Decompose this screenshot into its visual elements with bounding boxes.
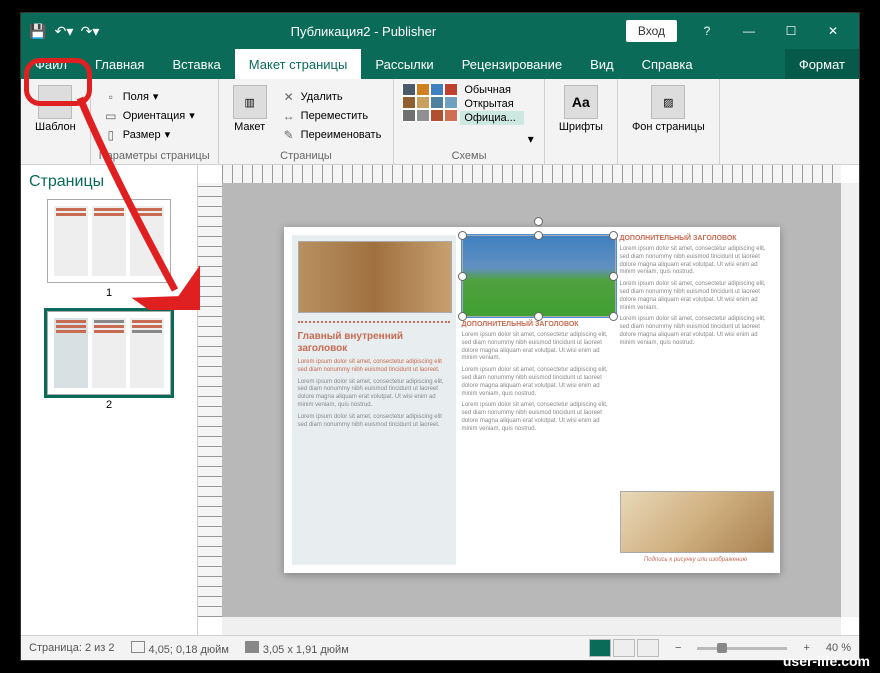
vertical-scrollbar[interactable] bbox=[840, 183, 859, 617]
tab-file[interactable]: Файл bbox=[21, 49, 81, 79]
tab-view[interactable]: Вид bbox=[576, 49, 628, 79]
scheme-official[interactable]: Официа... bbox=[460, 111, 523, 125]
delete-button[interactable]: ✕Удалить bbox=[277, 88, 386, 106]
vertical-ruler[interactable] bbox=[198, 183, 223, 617]
delete-icon: ✕ bbox=[281, 89, 297, 105]
fonts-button[interactable]: Aa Шрифты bbox=[553, 83, 609, 160]
group-page-params: Параметры страницы bbox=[99, 148, 210, 162]
group-pages: Страницы bbox=[227, 148, 386, 162]
tab-home[interactable]: Главная bbox=[81, 49, 158, 79]
margins-icon: ▫ bbox=[103, 89, 119, 105]
nav-title: Страницы bbox=[29, 173, 189, 191]
template-icon: ▭ bbox=[38, 85, 72, 119]
sub-heading-3[interactable]: ДОПОЛНИТЕЛЬНЫЙ ЗАГОЛОВОК bbox=[620, 235, 772, 242]
tab-format[interactable]: Формат bbox=[785, 49, 859, 79]
page-thumb-1[interactable]: 1 bbox=[29, 199, 189, 299]
publication-page[interactable]: Главный внутренний заголовок Lorem ipsum… bbox=[284, 227, 780, 573]
image-book-open[interactable] bbox=[620, 491, 774, 553]
size-button[interactable]: ▯Размер ▾ bbox=[99, 126, 210, 144]
view-mode-buttons[interactable] bbox=[589, 639, 659, 657]
title-bar: 💾 ↶▾ ↷▾ Публикация2 - Publisher Вход ? —… bbox=[21, 13, 859, 49]
ribbon: ▭ Шаблон ▫Поля ▾ ▭Ориентация ▾ ▯Размер ▾… bbox=[21, 79, 859, 165]
move-button[interactable]: ↔Переместить bbox=[277, 107, 386, 125]
schemes-more[interactable]: ▾ bbox=[526, 130, 536, 148]
maximize-icon[interactable]: ☐ bbox=[771, 13, 811, 49]
main-heading[interactable]: Главный внутренний заголовок bbox=[298, 331, 450, 355]
close-icon[interactable]: ✕ bbox=[813, 13, 853, 49]
scheme-normal[interactable]: Обычная bbox=[460, 83, 523, 97]
color-schemes[interactable]: Обычная Открытая Официа... ▾ bbox=[402, 83, 536, 148]
help-icon[interactable]: ? bbox=[687, 13, 727, 49]
background-icon: ▨ bbox=[651, 85, 685, 119]
signin-button[interactable]: Вход bbox=[626, 20, 677, 42]
margins-button[interactable]: ▫Поля ▾ bbox=[99, 88, 210, 106]
redo-icon[interactable]: ↷▾ bbox=[79, 20, 101, 42]
rename-button[interactable]: ✎Переименовать bbox=[277, 126, 386, 144]
watermark: user-life.com bbox=[783, 653, 870, 669]
group-schemes: Схемы bbox=[402, 148, 536, 162]
status-position: 4,05; 0,18 дюйм bbox=[131, 641, 229, 656]
horizontal-ruler[interactable] bbox=[222, 165, 841, 184]
fonts-icon: Aa bbox=[564, 85, 598, 119]
move-icon: ↔ bbox=[281, 108, 297, 124]
save-icon[interactable]: 💾 bbox=[27, 20, 49, 42]
rename-icon: ✎ bbox=[281, 127, 297, 143]
sub-heading-2[interactable]: ДОПОЛНИТЕЛЬНЫЙ ЗАГОЛОВОК bbox=[462, 321, 614, 328]
image-books[interactable] bbox=[298, 241, 452, 313]
tab-help[interactable]: Справка bbox=[628, 49, 707, 79]
minimize-icon[interactable]: — bbox=[729, 13, 769, 49]
status-page[interactable]: Страница: 2 из 2 bbox=[29, 642, 115, 654]
status-size: 3,05 x 1,91 дюйм bbox=[245, 641, 349, 656]
background-button[interactable]: ▨ Фон страницы bbox=[626, 83, 711, 160]
tab-review[interactable]: Рецензирование bbox=[448, 49, 576, 79]
layout-icon: ▥ bbox=[233, 85, 267, 119]
orientation-button[interactable]: ▭Ориентация ▾ bbox=[99, 107, 210, 125]
horizontal-scrollbar[interactable] bbox=[222, 616, 841, 635]
window-title: Публикация2 - Publisher bbox=[101, 24, 626, 39]
undo-icon[interactable]: ↶▾ bbox=[53, 20, 75, 42]
tab-mailings[interactable]: Рассылки bbox=[361, 49, 447, 79]
zoom-out[interactable]: − bbox=[675, 642, 681, 654]
orientation-icon: ▭ bbox=[103, 108, 119, 124]
size-icon: ▯ bbox=[103, 127, 119, 143]
tab-page-layout[interactable]: Макет страницы bbox=[235, 49, 362, 79]
image-landscape-selected[interactable] bbox=[462, 235, 616, 317]
editor-canvas[interactable]: Главный внутренний заголовок Lorem ipsum… bbox=[198, 165, 859, 635]
layout-button[interactable]: ▥ Макет bbox=[227, 83, 273, 148]
template-button[interactable]: ▭ Шаблон bbox=[29, 83, 82, 160]
zoom-slider[interactable] bbox=[697, 647, 787, 650]
image-caption[interactable]: Подпись к рисунку или изображению bbox=[620, 557, 772, 565]
page-thumb-2[interactable]: 2 bbox=[29, 311, 189, 411]
page-navigation: Страницы 1 2 bbox=[21, 165, 198, 635]
status-bar: Страница: 2 из 2 4,05; 0,18 дюйм 3,05 x … bbox=[21, 635, 859, 660]
tab-insert[interactable]: Вставка bbox=[158, 49, 234, 79]
scheme-open[interactable]: Открытая bbox=[460, 97, 523, 111]
ribbon-tabs: Файл Главная Вставка Макет страницы Расс… bbox=[21, 49, 859, 79]
